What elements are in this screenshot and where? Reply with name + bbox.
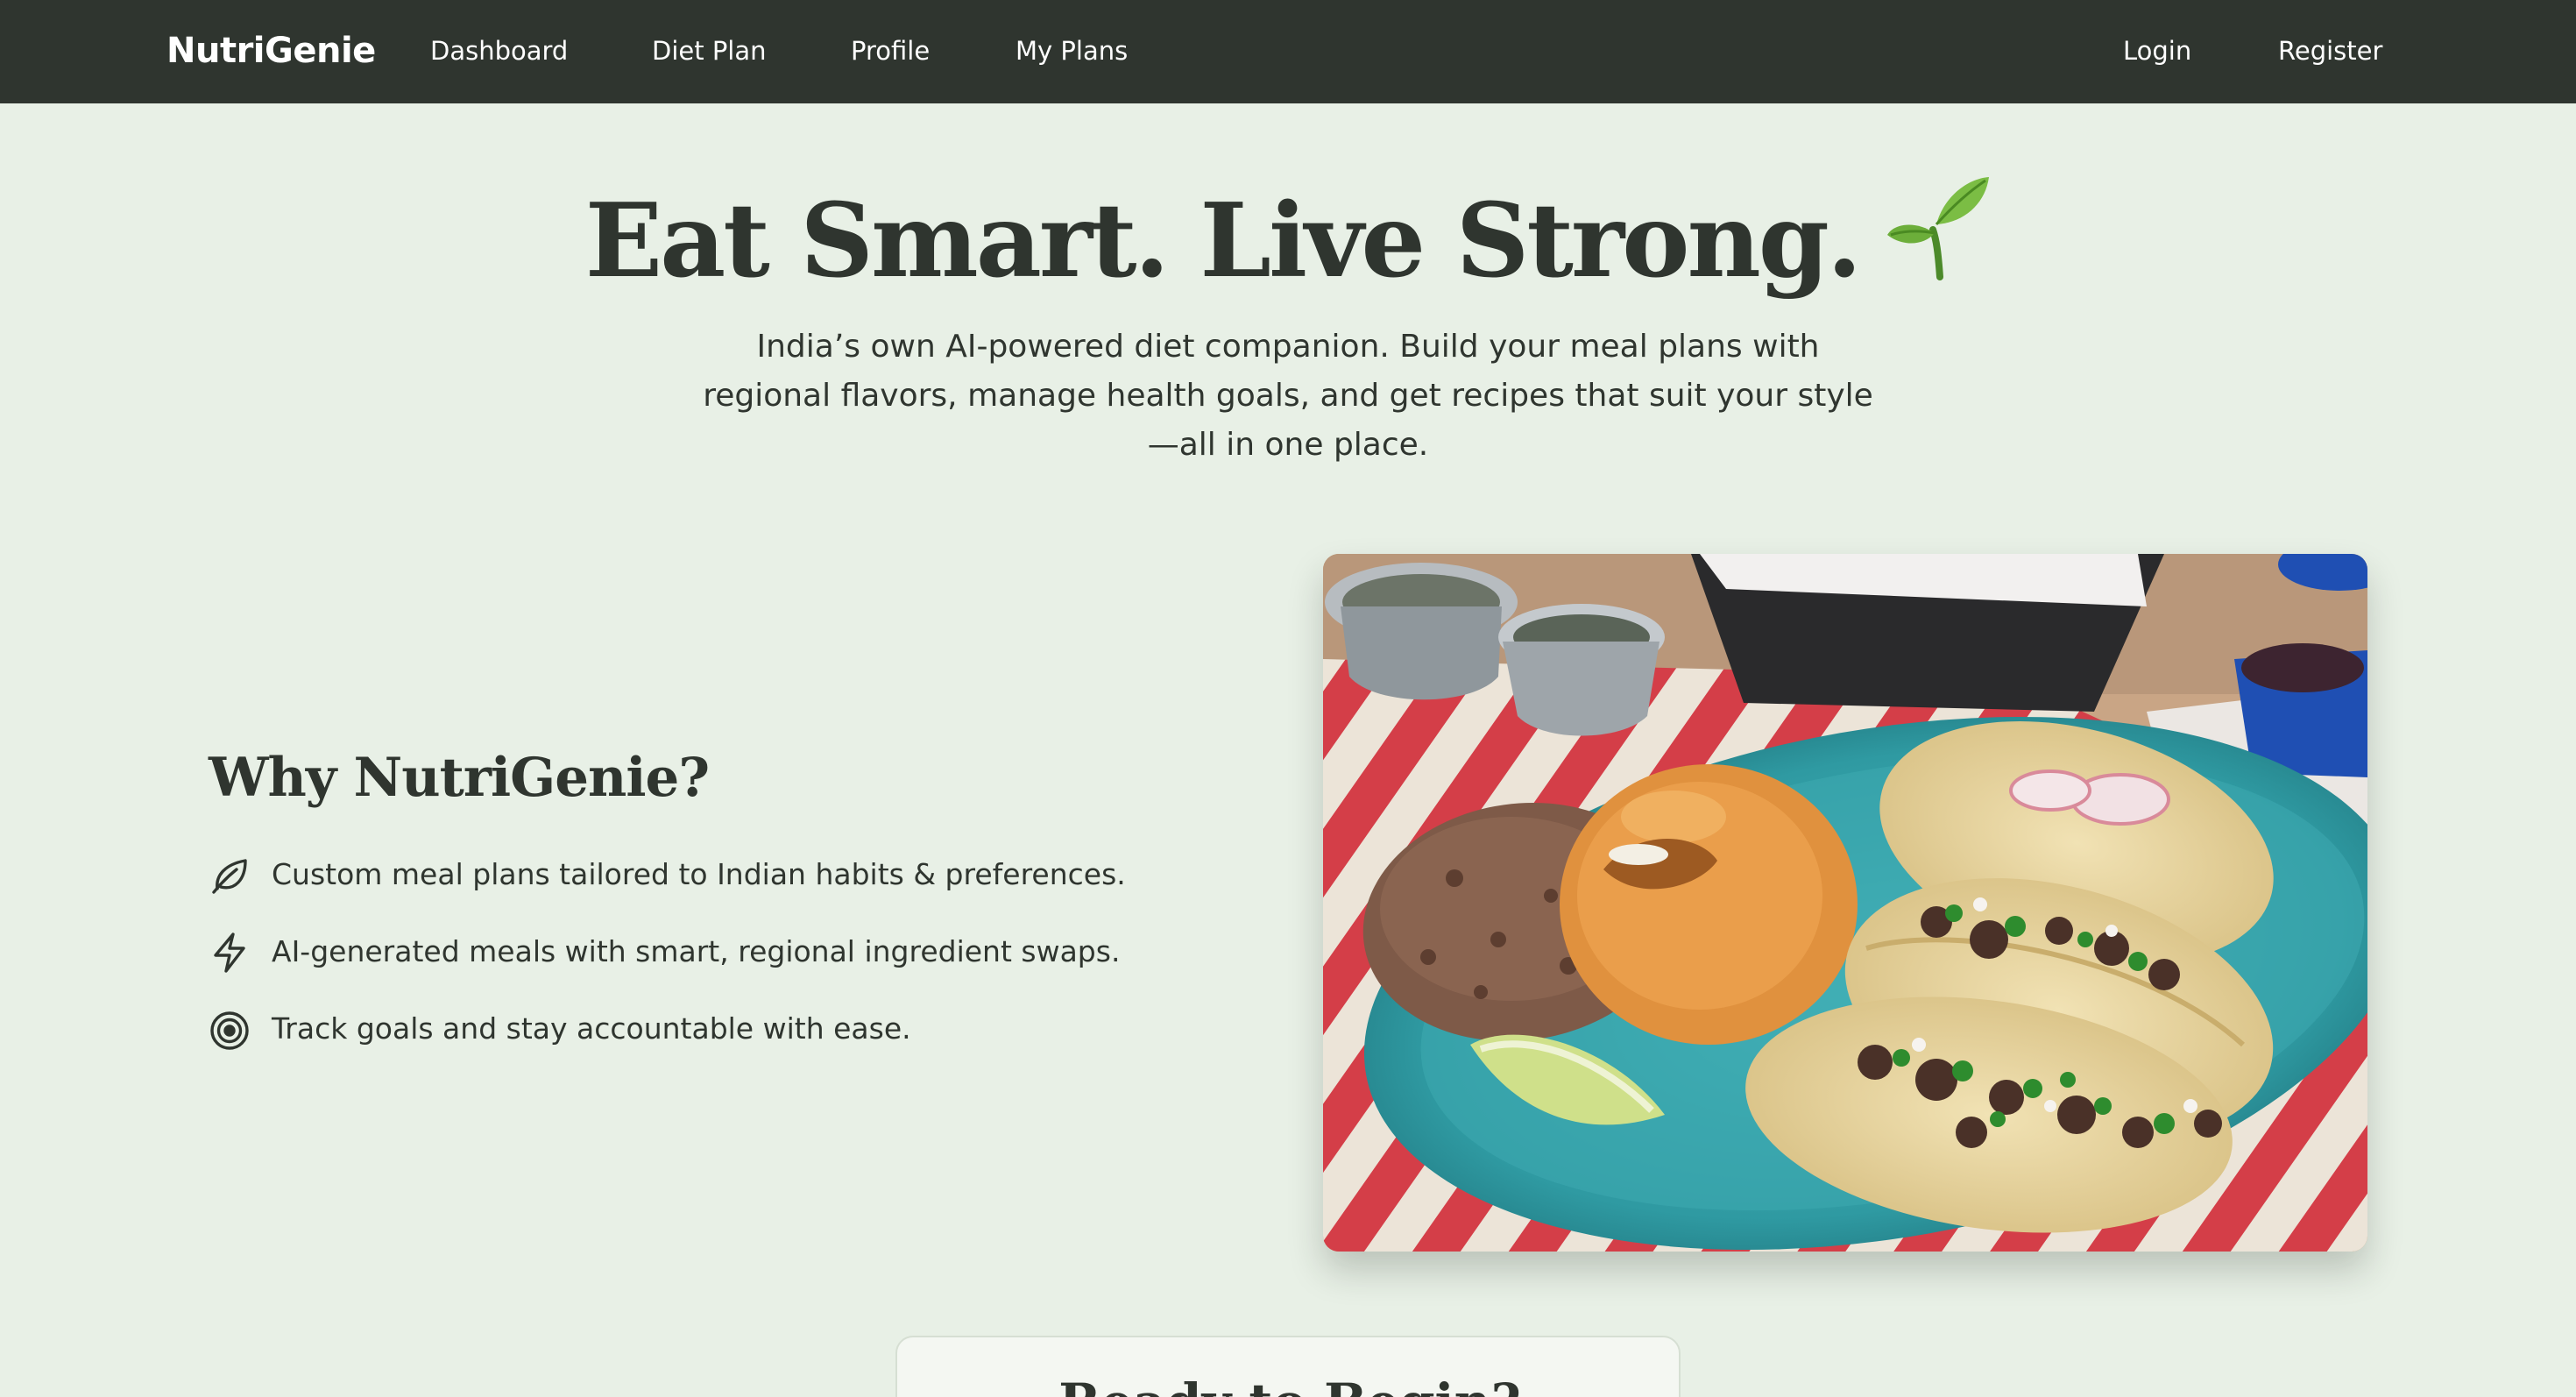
feature-text: Custom meal plans tailored to Indian hab… bbox=[272, 857, 1126, 891]
nav-link-diet-plan[interactable]: Diet Plan bbox=[652, 33, 767, 68]
hero-title-text: Eat Smart. Live Strong. bbox=[584, 181, 1863, 301]
cta-card: Ready to Begin? bbox=[895, 1336, 1681, 1397]
lightning-icon bbox=[209, 931, 251, 973]
hero-subtitle: India’s own AI-powered diet companion. B… bbox=[692, 323, 1884, 470]
sprout-icon bbox=[1882, 172, 1991, 311]
leaf-icon bbox=[209, 854, 251, 896]
feature-text: AI-generated meals with smart, regional … bbox=[272, 934, 1121, 968]
register-link[interactable]: Register bbox=[2278, 33, 2382, 68]
nav-link-profile[interactable]: Profile bbox=[851, 33, 930, 68]
cta-card-title: Ready to Begin? bbox=[897, 1369, 1679, 1397]
hero-subtitle-line: —all in one place. bbox=[1147, 427, 1429, 463]
feature-item: AI-generated meals with smart, regional … bbox=[209, 931, 1260, 983]
why-section-title: Why NutriGenie? bbox=[209, 747, 710, 809]
hero-subtitle-line: India’s own AI-powered diet companion. B… bbox=[756, 329, 1820, 365]
hero-title: Eat Smart. Live Strong. bbox=[0, 167, 2576, 311]
top-navbar: NutriGenie Dashboard Diet Plan Profile M… bbox=[0, 0, 2576, 103]
brand-logo[interactable]: NutriGenie bbox=[166, 28, 376, 74]
nav-link-my-plans[interactable]: My Plans bbox=[1016, 33, 1128, 68]
nav-link-dashboard[interactable]: Dashboard bbox=[430, 33, 568, 68]
feature-item: Custom meal plans tailored to Indian hab… bbox=[209, 854, 1260, 906]
login-link[interactable]: Login bbox=[2123, 33, 2191, 68]
food-photo bbox=[1323, 554, 2367, 1252]
feature-item: Track goals and stay accountable with ea… bbox=[209, 1008, 1260, 1060]
target-icon bbox=[209, 1008, 251, 1050]
feature-text: Track goals and stay accountable with ea… bbox=[272, 1011, 911, 1046]
hero-subtitle-line: regional flavors, manage health goals, a… bbox=[703, 378, 1873, 414]
